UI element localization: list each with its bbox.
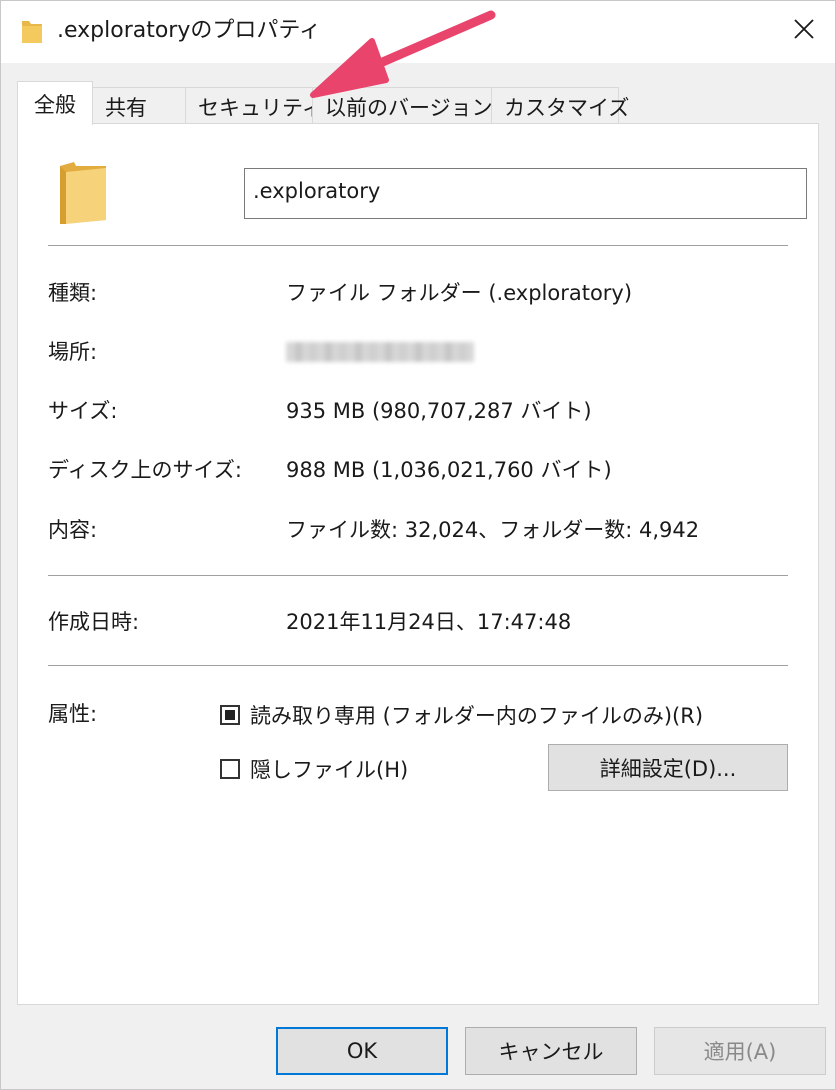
size-label: サイズ:	[48, 399, 118, 423]
disk-size-value: 988 MB (1,036,021,760 バイト)	[286, 458, 612, 482]
readonly-checkbox[interactable]	[220, 705, 240, 725]
attributes-label: 属性:	[48, 702, 98, 726]
tab-previous-versions[interactable]: 以前のバージョン	[312, 87, 493, 125]
readonly-checkbox-row[interactable]: 読み取り専用 (フォルダー内のファイルのみ)(R)	[220, 700, 703, 730]
window-title: .exploratoryのプロパティ	[57, 18, 322, 43]
separator	[48, 575, 788, 576]
advanced-button[interactable]: 詳細設定(D)...	[548, 744, 788, 791]
close-icon	[794, 19, 814, 39]
contents-label: 内容:	[48, 518, 98, 542]
general-panel: 種類: ファイル フォルダー (.exploratory) 場所: サイズ: 9…	[17, 123, 819, 1005]
properties-dialog: .exploratoryのプロパティ 全般 共有 セキュリティ 以前のバージョン…	[0, 0, 836, 1090]
folder-icon	[60, 162, 106, 224]
location-value-redacted	[286, 342, 474, 362]
tab-bar: 全般 共有 セキュリティ 以前のバージョン カスタマイズ	[17, 81, 629, 125]
separator	[48, 665, 788, 666]
close-button[interactable]	[781, 9, 827, 49]
tab-sharing[interactable]: 共有	[92, 87, 186, 125]
type-label: 種類:	[48, 281, 98, 305]
folder-icon	[22, 21, 42, 43]
contents-value: ファイル数: 32,024、フォルダー数: 4,942	[286, 518, 700, 542]
readonly-label: 読み取り専用 (フォルダー内のファイルのみ)(R)	[250, 704, 704, 728]
location-label: 場所:	[48, 340, 98, 364]
size-value: 935 MB (980,707,287 バイト)	[286, 399, 592, 423]
created-value: 2021年11月24日、17:47:48	[286, 610, 572, 634]
hidden-label: 隠しファイル(H)	[250, 758, 409, 782]
separator	[48, 245, 788, 246]
cancel-button[interactable]: キャンセル	[465, 1027, 637, 1075]
type-value: ファイル フォルダー (.exploratory)	[286, 281, 633, 305]
title-bar: .exploratoryのプロパティ	[1, 1, 835, 63]
hidden-checkbox[interactable]	[220, 759, 240, 779]
tab-customize[interactable]: カスタマイズ	[491, 87, 629, 125]
created-label: 作成日時:	[48, 610, 140, 634]
apply-button[interactable]: 適用(A)	[654, 1027, 826, 1075]
hidden-checkbox-row[interactable]: 隠しファイル(H)	[220, 754, 408, 784]
tab-general[interactable]: 全般	[17, 81, 93, 125]
folder-name-input[interactable]	[244, 168, 807, 219]
tab-security[interactable]: セキュリティ	[185, 87, 323, 125]
disk-size-label: ディスク上のサイズ:	[48, 458, 242, 482]
ok-button[interactable]: OK	[276, 1027, 448, 1075]
